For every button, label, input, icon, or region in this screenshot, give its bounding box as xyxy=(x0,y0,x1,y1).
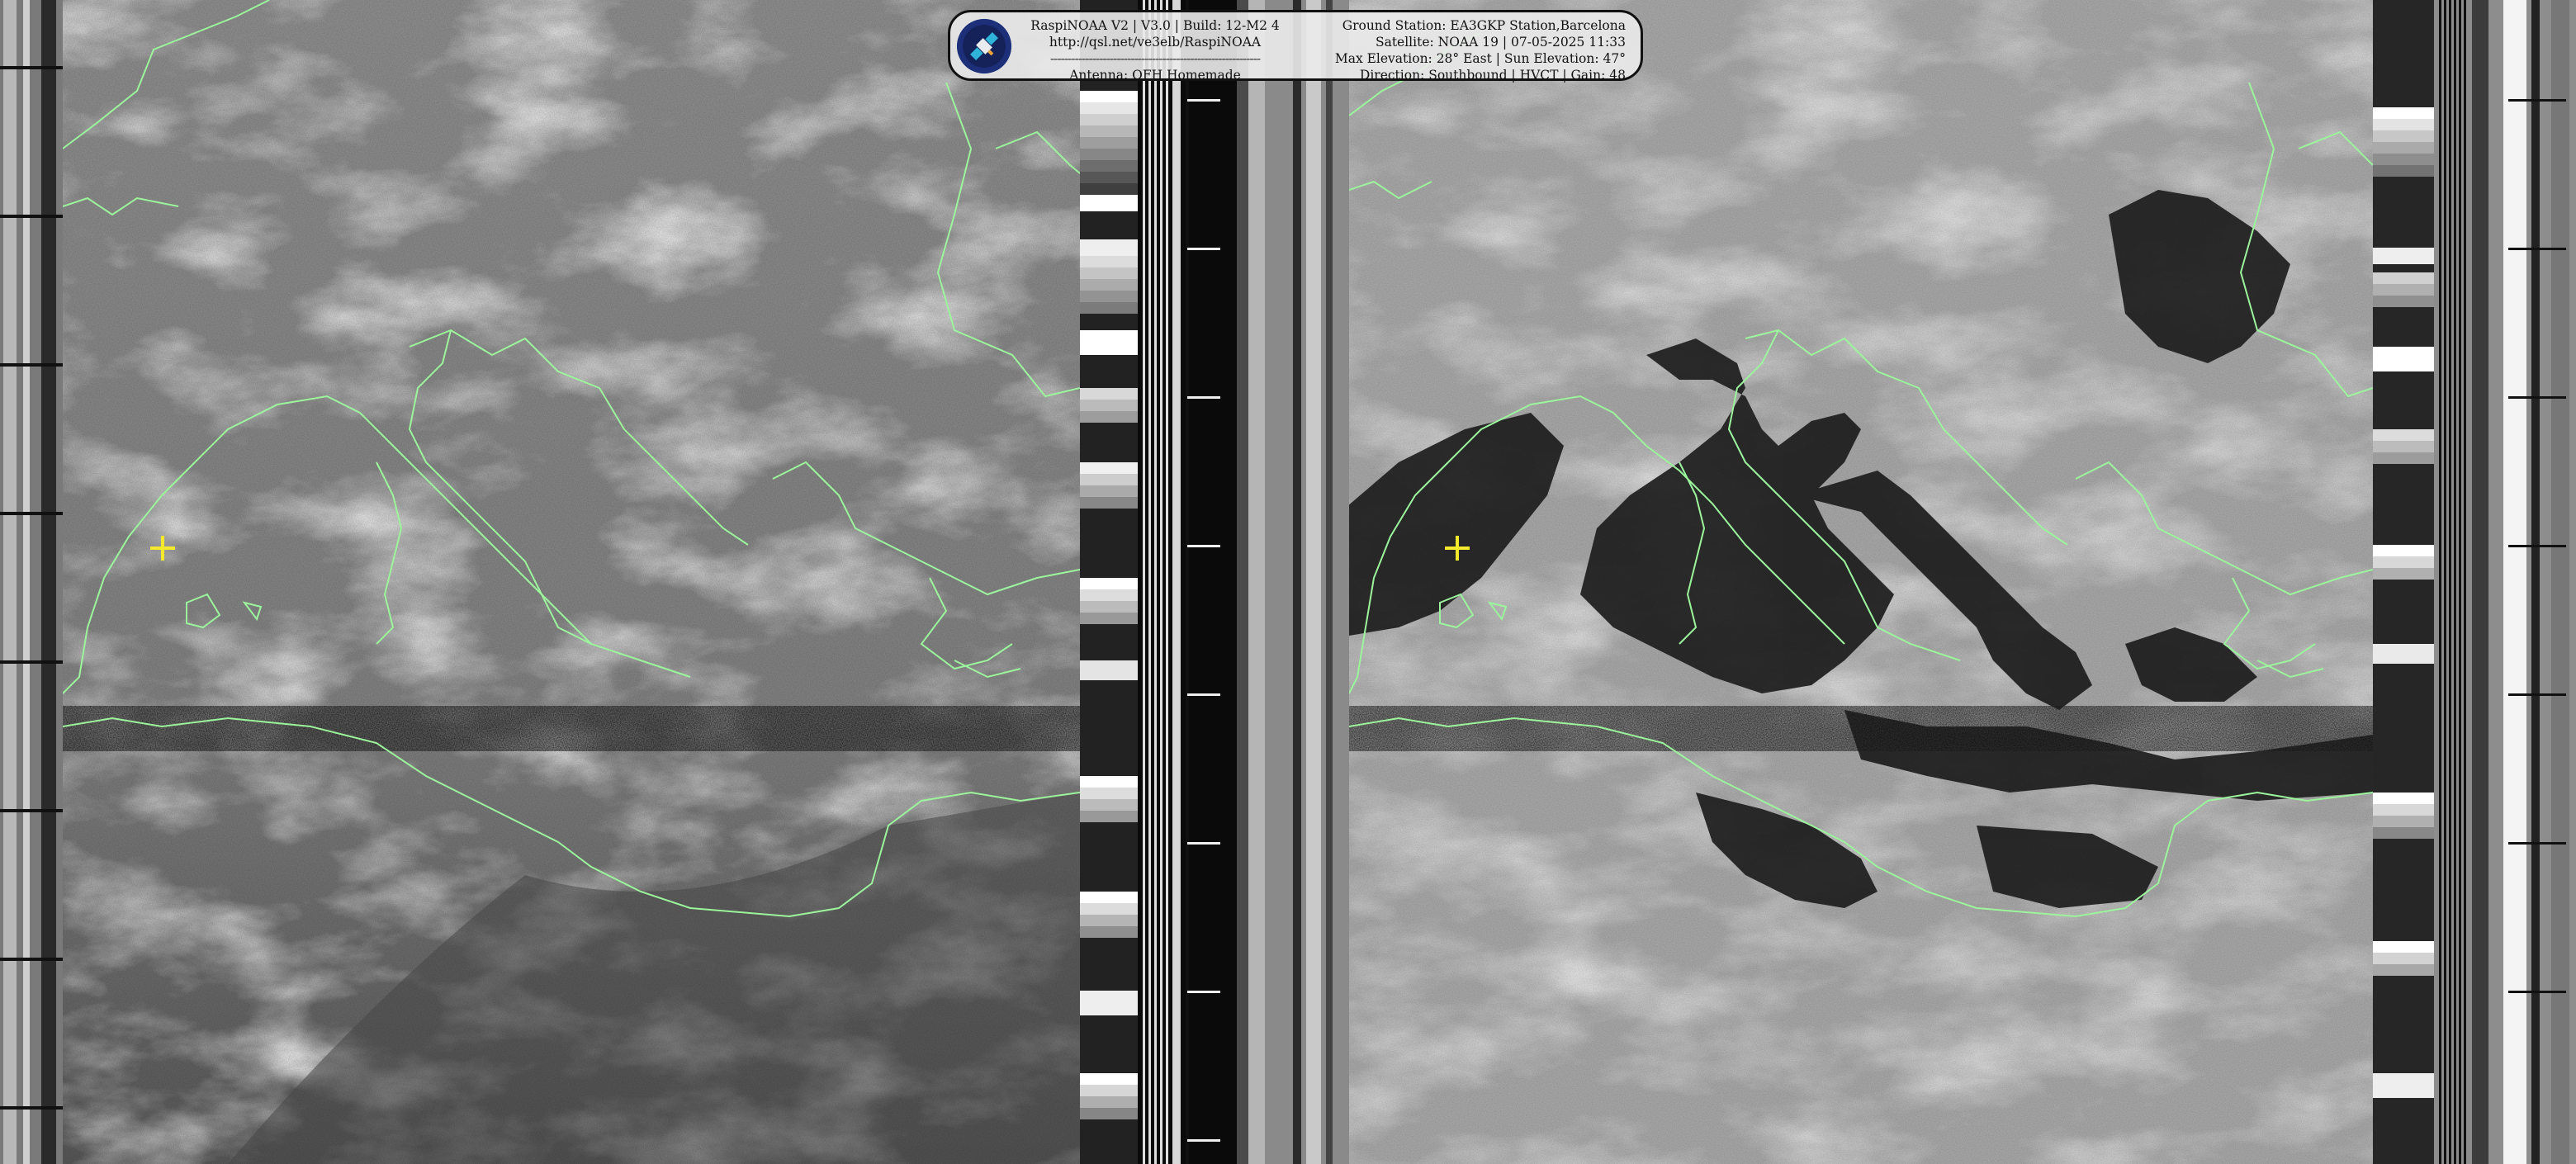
telemetry-wedges-b xyxy=(2373,0,2434,1164)
channel-a-image xyxy=(63,0,1080,1164)
antenna-info: Antenna: QFH Homemade xyxy=(1069,68,1241,83)
satellite-datetime: Satellite: NOAA 19 | 07-05-2025 11:33 xyxy=(1375,35,1626,50)
channel-b-panel xyxy=(1248,0,2576,1164)
project-url: http://qsl.net/ve3elb/RaspiNOAA xyxy=(1049,35,1262,50)
sync-c-bars xyxy=(1248,0,1349,1164)
separator-line: ----------------------------------------… xyxy=(1049,51,1261,66)
ground-station: Ground Station: EA3GKP Station,Barcelona xyxy=(1342,18,1626,33)
sync-a-bars xyxy=(0,0,63,1164)
direction-gain: Direction: Southbound | HVCT | Gain: 48 xyxy=(1359,68,1626,83)
elevation-info: Max Elevation: 28° East | Sun Elevation:… xyxy=(1334,51,1626,66)
satellite-icon xyxy=(957,19,1011,73)
sync-b-bars xyxy=(1138,0,1248,1164)
pass-info-box: RaspiNOAA V2 | V3.0 | Build: 12-M2 4 htt… xyxy=(948,10,1643,83)
info-column-right: Ground Station: EA3GKP Station,Barcelona… xyxy=(1295,17,1634,83)
info-column-left: RaspiNOAA V2 | V3.0 | Build: 12-M2 4 htt… xyxy=(1020,17,1290,83)
telemetry-wedges-a xyxy=(1080,0,1138,1164)
software-version: RaspiNOAA V2 | V3.0 | Build: 12-M2 4 xyxy=(1030,18,1280,33)
channel-a-panel xyxy=(0,0,1248,1164)
sync-d-bars xyxy=(2434,0,2576,1164)
channel-b-image xyxy=(1349,0,2373,1164)
